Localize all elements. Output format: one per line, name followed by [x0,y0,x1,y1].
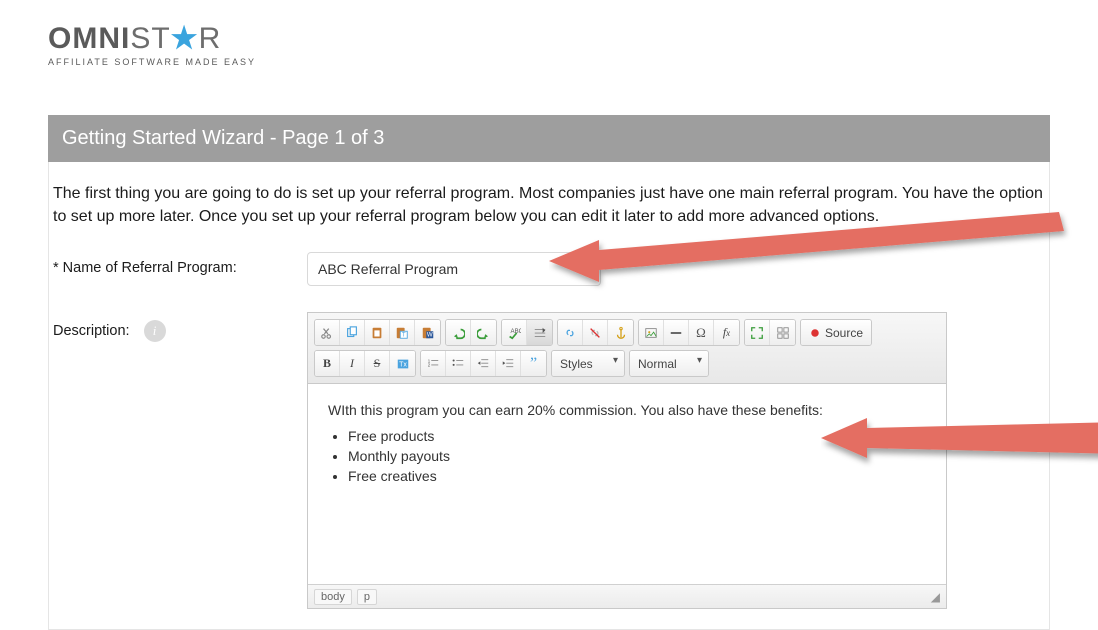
spellcheck-options-button[interactable] [527,320,552,345]
bold-button[interactable]: B [315,351,340,376]
image-button[interactable] [639,320,664,345]
show-blocks-button[interactable] [770,320,795,345]
editor-paragraph: WIth this program you can earn 20% commi… [328,402,926,418]
format-select[interactable]: Normal [630,351,708,376]
undo-button[interactable] [446,320,471,345]
link-button[interactable] [558,320,583,345]
styles-select[interactable]: Styles [552,351,624,376]
unordered-list-button[interactable] [446,351,471,376]
logo: OMNIST★R AFFILIATE SOFTWARE MADE EASY [0,0,1098,77]
path-p[interactable]: p [357,589,377,605]
row-description: Description: i T W [49,306,1049,629]
indent-button[interactable] [496,351,521,376]
svg-text:2: 2 [428,363,431,368]
ordered-list-button[interactable]: 12 [421,351,446,376]
logo-post: R [199,22,222,55]
source-button-label: Source [825,326,863,340]
blockquote-button[interactable]: ” [521,351,546,376]
list-item: Free products [348,428,926,444]
resize-grip-icon[interactable]: ◢ [931,590,940,604]
logo-tagline: AFFILIATE SOFTWARE MADE EASY [48,57,1098,67]
label-program-name: * Name of Referral Program: [53,252,307,276]
row-program-name: * Name of Referral Program: [49,246,1049,306]
logo-mid: ST [130,22,170,55]
label-description-text: Description: [53,323,130,339]
editor-content[interactable]: WIth this program you can earn 20% commi… [308,384,946,584]
label-description: Description: i [53,312,307,342]
outdent-button[interactable] [471,351,496,376]
svg-text:Tx: Tx [399,362,407,369]
logo-star: ★ [171,22,199,55]
strike-button[interactable]: S [365,351,390,376]
editor-benefits-list: Free products Monthly payouts Free creat… [348,428,926,484]
anchor-button[interactable] [608,320,633,345]
math-button[interactable]: fx [714,320,739,345]
svg-text:T: T [402,331,406,338]
horizontal-rule-button[interactable] [664,320,689,345]
source-button[interactable]: Source [801,320,871,345]
svg-text:ABC: ABC [511,328,522,335]
italic-button[interactable]: I [340,351,365,376]
intro-text: The first thing you are going to do is s… [49,182,1049,246]
paste-word-button[interactable]: W [415,320,440,345]
paste-text-button[interactable]: T [390,320,415,345]
list-item: Monthly payouts [348,448,926,464]
styles-select-wrap[interactable]: Styles [551,350,625,377]
wizard-titlebar: Getting Started Wizard - Page 1 of 3 [48,115,1050,162]
logo-pre: OMNI [48,22,130,55]
paste-button[interactable] [365,320,390,345]
remove-format-button[interactable]: Tx [390,351,415,376]
svg-text:W: W [426,331,432,338]
wizard-panel: The first thing you are going to do is s… [48,162,1050,630]
redo-button[interactable] [471,320,496,345]
copy-button[interactable] [340,320,365,345]
editor-toolbar: T W ABC [308,313,946,384]
list-item: Free creatives [348,468,926,484]
spellcheck-button[interactable]: ABC [502,320,527,345]
input-program-name[interactable] [307,252,601,286]
svg-text:1: 1 [428,358,431,363]
unlink-button[interactable] [583,320,608,345]
editor-status-bar: body p ◢ [308,584,946,608]
path-body[interactable]: body [314,589,352,605]
format-select-wrap[interactable]: Normal [629,350,709,377]
cut-button[interactable] [315,320,340,345]
maximize-button[interactable] [745,320,770,345]
rich-text-editor: T W ABC [307,312,947,609]
info-icon[interactable]: i [144,320,166,342]
special-char-button[interactable]: Ω [689,320,714,345]
